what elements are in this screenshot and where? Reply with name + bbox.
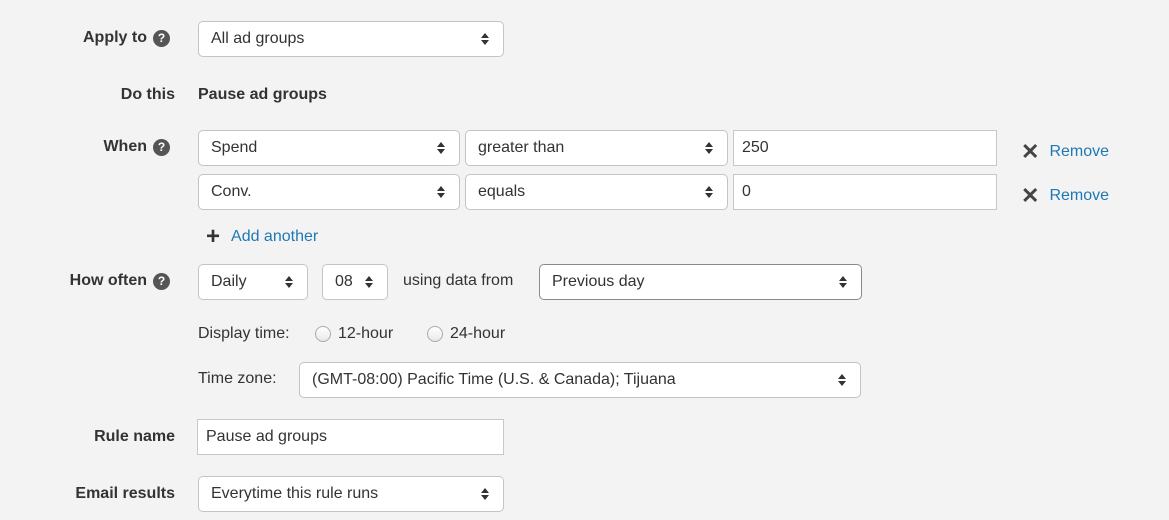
remove-label: Remove [1049,187,1110,204]
frequency-select[interactable]: Daily [198,264,308,300]
condition-operator-select[interactable]: equals [465,174,728,210]
condition-value-input[interactable] [733,130,997,166]
hour-value: 08 [335,273,353,290]
help-icon[interactable]: ? [153,29,170,47]
radio-button[interactable] [427,326,443,342]
condition-metric-value: Spend [211,139,258,156]
condition-operator-value: equals [478,183,526,200]
condition-value-input[interactable] [733,174,997,210]
do-this-label: Do this [121,85,175,105]
apply-to-label-text: Apply to [83,29,147,46]
x-icon: ✕ [1021,183,1040,208]
select-arrows-icon [279,276,299,288]
select-arrows-icon [699,142,719,154]
frequency-value: Daily [211,273,247,290]
radio-24-hour[interactable]: 24-hour [427,324,505,344]
apply-to-label: Apply to ? [83,28,170,48]
select-arrows-icon [832,374,852,386]
rule-name-label: Rule name [94,427,175,447]
email-results-value: Everytime this rule runs [211,485,379,502]
time-zone-label: Time zone: [198,370,277,387]
when-label: When ? [103,137,170,157]
x-icon: ✕ [1021,139,1040,164]
remove-label: Remove [1049,143,1110,160]
add-another-button[interactable]: + Add another [206,223,319,250]
when-label-text: When [103,138,147,155]
add-another-label: Add another [231,228,319,245]
email-results-select[interactable]: Everytime this rule runs [198,476,504,512]
help-icon[interactable]: ? [153,138,170,156]
rule-name-label-text: Rule name [94,428,175,445]
do-this-value: Pause ad groups [198,86,327,103]
condition-operator-value: greater than [478,139,565,156]
remove-condition-button[interactable]: ✕ Remove [1021,139,1110,164]
time-zone-select[interactable]: (GMT-08:00) Pacific Time (U.S. & Canada)… [299,362,861,398]
apply-to-value: All ad groups [211,30,305,47]
select-arrows-icon [833,276,853,288]
using-data-from-label: using data from [403,272,514,289]
remove-condition-button[interactable]: ✕ Remove [1021,183,1110,208]
radio-12-hour[interactable]: 12-hour [315,324,393,344]
display-time-label: Display time: [198,325,290,342]
select-arrows-icon [359,276,379,288]
plus-icon: + [206,223,221,250]
condition-metric-select[interactable]: Spend [198,130,460,166]
radio-button[interactable] [315,326,331,342]
time-zone-value: (GMT-08:00) Pacific Time (U.S. & Canada)… [312,371,676,388]
email-results-label-text: Email results [75,485,175,502]
condition-metric-value: Conv. [211,183,252,200]
how-often-label-text: How often [69,272,147,289]
condition-metric-select[interactable]: Conv. [198,174,460,210]
condition-operator-select[interactable]: greater than [465,130,728,166]
select-arrows-icon [475,488,495,500]
select-arrows-icon [475,33,495,45]
data-range-select[interactable]: Previous day [539,264,862,300]
data-range-value: Previous day [552,273,645,290]
select-arrows-icon [431,186,451,198]
radio-24-hour-label: 24-hour [450,325,506,342]
do-this-label-text: Do this [120,86,175,103]
help-icon[interactable]: ? [153,272,170,290]
select-arrows-icon [699,186,719,198]
radio-12-hour-label: 12-hour [338,325,394,342]
select-arrows-icon [431,142,451,154]
email-results-label: Email results [75,484,175,504]
hour-select[interactable]: 08 [322,264,388,300]
how-often-label: How often ? [70,271,170,291]
apply-to-select[interactable]: All ad groups [198,21,504,57]
rule-name-input[interactable] [197,419,504,455]
